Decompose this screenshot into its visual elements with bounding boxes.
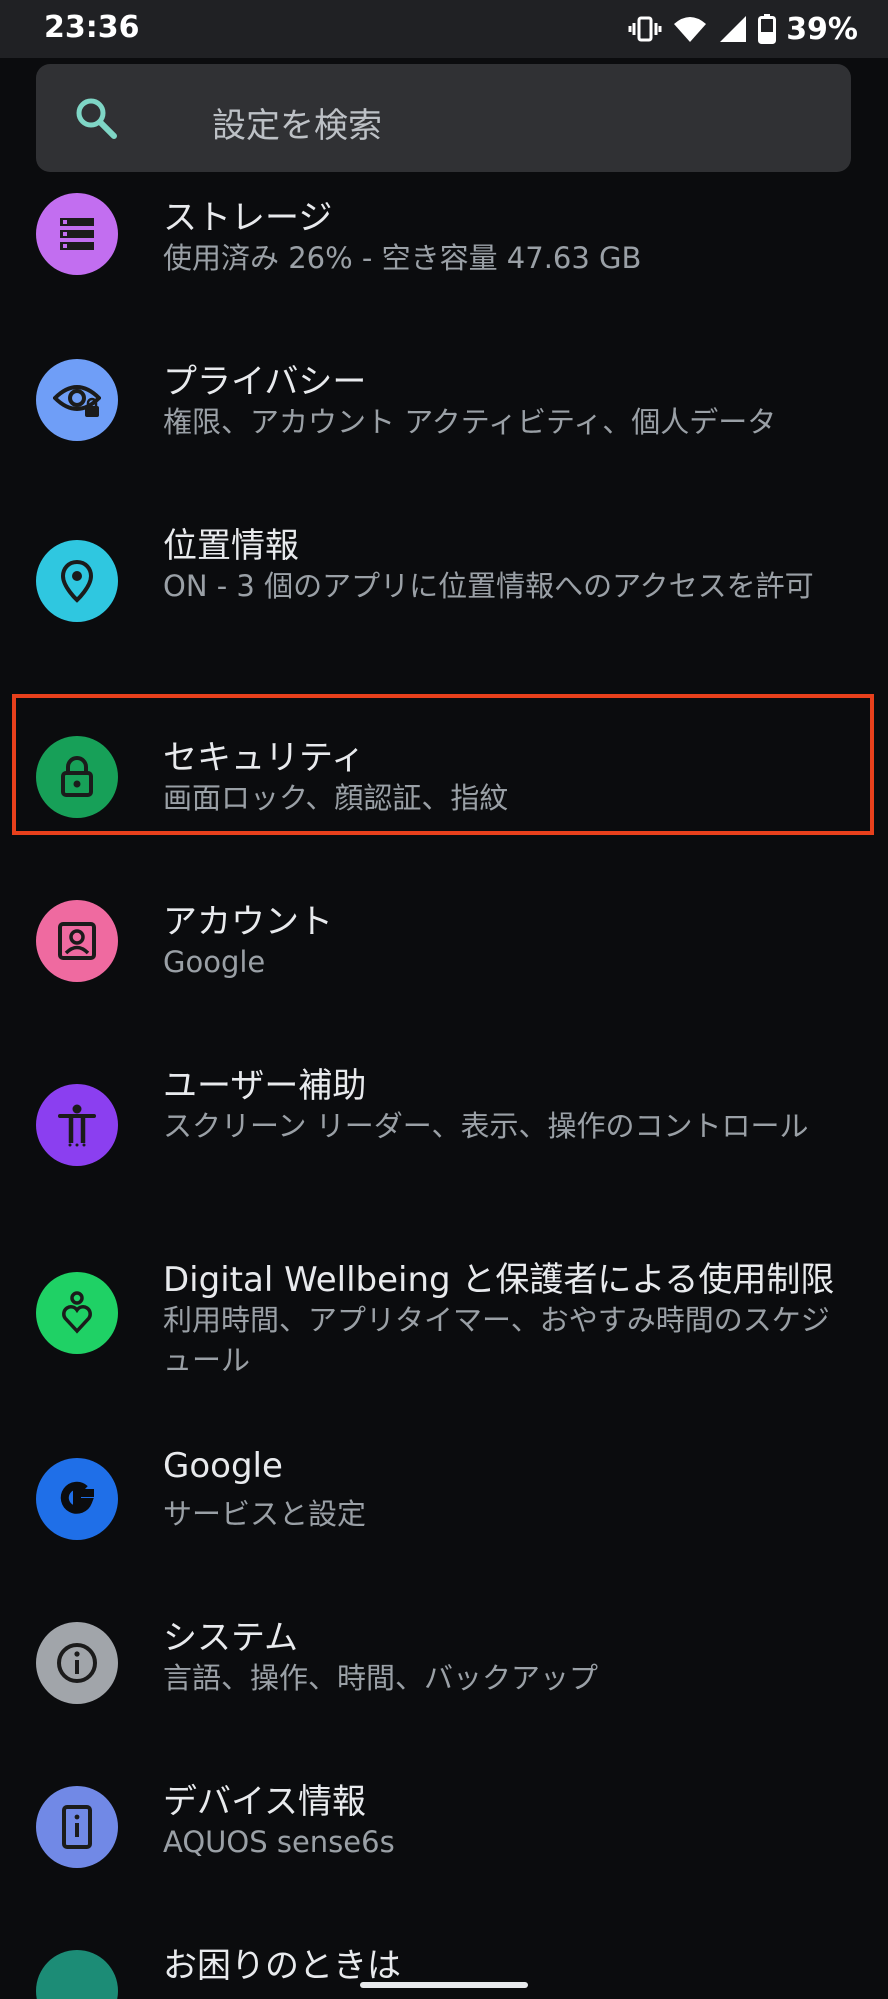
gesture-nav-bar[interactable] <box>360 1982 528 1988</box>
settings-item-title: お困りのときは <box>163 1946 401 1986</box>
settings-item-google[interactable]: Google サービスと設定 <box>0 1410 888 1574</box>
settings-item-title: アカウント <box>163 902 333 942</box>
settings-item-subtitle: Google <box>163 945 266 979</box>
settings-item-accessibility[interactable]: ユーザー補助 スクリーン リーダー、表示、操作のコントロール <box>0 1022 888 1216</box>
vibrate-icon <box>628 14 662 44</box>
settings-item-subtitle: 言語、操作、時間、バックアップ <box>163 1661 599 1695</box>
device-info-icon <box>36 1786 118 1868</box>
status-icons: 39% <box>628 10 858 48</box>
battery-percent: 39% <box>786 11 858 47</box>
battery-icon <box>758 14 777 44</box>
settings-item-subtitle: AQUOS sense6s <box>163 1825 395 1859</box>
privacy-eye-lock-icon <box>36 359 118 441</box>
wifi-icon <box>672 14 708 44</box>
highlight-box <box>12 694 874 835</box>
search-bar[interactable]: 設定を検索 <box>36 64 851 172</box>
accessibility-icon <box>36 1084 118 1166</box>
settings-item-about-device[interactable]: デバイス情報 AQUOS sense6s <box>0 1738 888 1902</box>
settings-item-accounts[interactable]: アカウント Google <box>0 858 888 1022</box>
settings-item-subtitle: 利用時間、アプリタイマー、おやすみ時間のスケジュール <box>163 1303 830 1377</box>
settings-item-location[interactable]: 位置情報 ON - 3 個のアプリに位置情報へのアクセスを許可 <box>0 500 888 694</box>
search-placeholder: 設定を検索 <box>212 106 382 146</box>
settings-item-digital-wellbeing[interactable]: Digital Wellbeing と保護者による使用制限 利用時間、アプリタイ… <box>0 1216 888 1410</box>
settings-item-subtitle: 使用済み 26% - 空き容量 47.63 GB <box>163 241 642 275</box>
storage-icon <box>36 193 118 275</box>
settings-item-title: プライバシー <box>163 362 367 402</box>
settings-item-title: Google <box>163 1446 283 1486</box>
settings-item-subtitle: 権限、アカウント アクティビティ、個人データ <box>163 405 777 439</box>
wellbeing-heart-icon <box>36 1272 118 1354</box>
info-icon <box>36 1622 118 1704</box>
settings-item-title: システム <box>163 1618 298 1658</box>
settings-item-title: 位置情報 <box>163 526 299 566</box>
signal-icon <box>718 14 748 44</box>
status-time: 23:36 <box>44 10 140 45</box>
account-box-icon <box>36 900 118 982</box>
status-bar: 23:36 39% <box>0 0 888 58</box>
settings-item-privacy[interactable]: プライバシー 権限、アカウント アクティビティ、個人データ <box>0 336 888 500</box>
settings-item-storage[interactable]: ストレージ 使用済み 26% - 空き容量 47.63 GB <box>0 172 888 336</box>
settings-item-title: ユーザー補助 <box>163 1066 367 1106</box>
settings-item-title: デバイス情報 <box>163 1782 366 1822</box>
settings-item-system[interactable]: システム 言語、操作、時間、バックアップ <box>0 1574 888 1738</box>
settings-item-title: ストレージ <box>163 198 333 238</box>
search-icon <box>72 94 120 142</box>
help-icon <box>36 1950 118 1999</box>
settings-item-subtitle: スクリーン リーダー、表示、操作のコントロール <box>163 1109 809 1143</box>
settings-item-subtitle: サービスと設定 <box>163 1497 367 1531</box>
google-g-icon <box>36 1458 118 1540</box>
location-pin-icon <box>36 540 118 622</box>
settings-item-subtitle: ON - 3 個のアプリに位置情報へのアクセスを許可 <box>163 569 814 603</box>
settings-item-title: Digital Wellbeing と保護者による使用制限 <box>163 1260 835 1300</box>
